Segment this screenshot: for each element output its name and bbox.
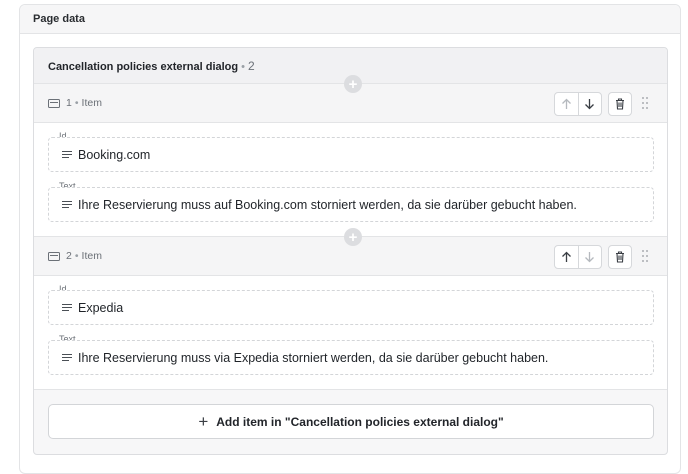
move-down-button[interactable] (577, 246, 602, 268)
arrow-up-icon (561, 251, 571, 262)
reorder-buttons (554, 92, 602, 116)
item-title: 2 • Item (48, 250, 102, 262)
arrow-down-icon (585, 99, 595, 110)
item-index: 1 (66, 97, 72, 109)
delete-item-button[interactable] (608, 245, 632, 269)
delete-item-button[interactable] (608, 92, 632, 116)
text-lines-icon (62, 353, 72, 362)
array-field-group: Cancellation policies external dialog • 2 … (33, 47, 668, 455)
text-field[interactable]: Ihre Reservierung muss auf Booking.com s… (48, 187, 654, 222)
move-down-button[interactable] (577, 93, 602, 115)
add-item-button[interactable]: + Add item in "Cancellation policies ext… (48, 404, 654, 439)
move-up-button[interactable] (555, 93, 578, 115)
item-title: 1 • Item (48, 97, 102, 109)
add-item-label: Add item in "Cancellation policies exter… (216, 414, 504, 429)
trash-icon (616, 251, 624, 263)
id-field[interactable]: Expedia (48, 290, 654, 325)
item-label: Item (81, 97, 102, 109)
drag-handle-icon[interactable] (641, 96, 649, 110)
plus-icon: + (198, 412, 209, 431)
text-lines-icon (62, 303, 72, 312)
item-separator: • (74, 97, 79, 109)
page-data-panel: Page data Cancellation policies external… (19, 4, 681, 474)
item-index: 2 (66, 250, 72, 262)
arrow-down-icon (585, 252, 595, 263)
insert-item-icon[interactable]: + (344, 75, 362, 93)
group-separator: • (241, 61, 245, 73)
text-lines-icon (62, 150, 72, 159)
item-body: Id Expedia Text Ihre Reservierung muss v… (34, 276, 667, 390)
item-separator: • (74, 250, 79, 262)
id-field-value: Expedia (78, 300, 124, 315)
id-field[interactable]: Booking.com (48, 137, 654, 172)
arrow-up-icon (561, 98, 571, 109)
trash-icon (616, 98, 624, 110)
item-icon (48, 251, 60, 261)
id-field-value: Booking.com (78, 147, 151, 162)
item-label: Item (81, 250, 102, 262)
insert-item-icon[interactable]: + (344, 228, 362, 246)
panel-title: Page data (20, 5, 680, 34)
text-field-value: Ihre Reservierung muss via Expedia storn… (78, 350, 549, 365)
text-field-value: Ihre Reservierung muss auf Booking.com s… (78, 197, 577, 212)
group-count: 2 (247, 59, 255, 73)
drag-handle-icon[interactable] (641, 249, 649, 263)
text-field[interactable]: Ihre Reservierung muss via Expedia storn… (48, 340, 654, 375)
move-up-button[interactable] (555, 246, 578, 268)
reorder-buttons (554, 245, 602, 269)
item-body: Id Booking.com Text Ihre Reservierung mu… (34, 123, 667, 237)
group-title: Cancellation policies external dialog (48, 61, 239, 73)
text-lines-icon (62, 200, 72, 209)
item-icon (48, 98, 60, 108)
